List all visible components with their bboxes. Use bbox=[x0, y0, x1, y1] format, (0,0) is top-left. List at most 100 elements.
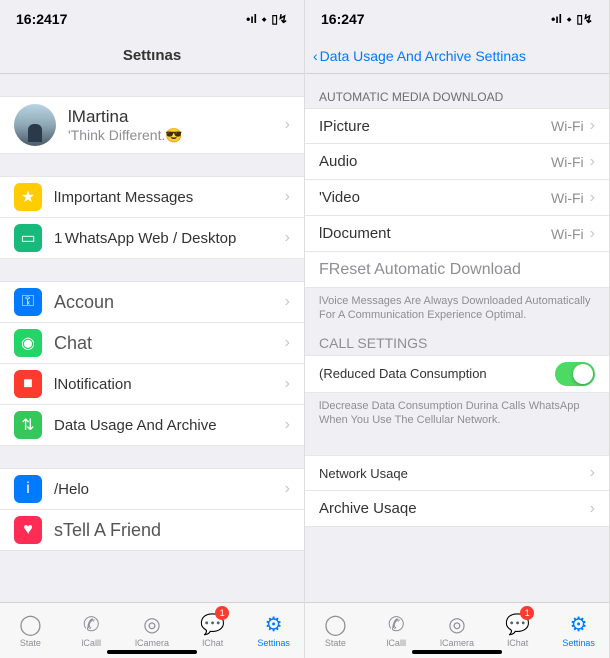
row-label: Archive Usaqe bbox=[319, 500, 590, 517]
camera-icon: ◎ bbox=[143, 614, 160, 636]
info-icon: i bbox=[14, 475, 42, 503]
whatsapp-icon: ◉ bbox=[14, 329, 42, 357]
row-label: Audio bbox=[319, 153, 551, 170]
nav-title: Data Usage And Archive Settinas bbox=[320, 48, 526, 64]
battery-icon: ▯↯ bbox=[576, 12, 593, 26]
account-row[interactable]: ⚿ Accoun › bbox=[0, 281, 304, 323]
data-usage-content[interactable]: AUTOMATIC MEDIA DOWNLOAD IPicture Wi-Fi … bbox=[305, 74, 609, 602]
page-title: Settınas bbox=[123, 47, 181, 64]
chevron-right-icon: › bbox=[285, 334, 290, 352]
phone-icon: ✆ bbox=[83, 614, 100, 636]
profile-info: lMartina 'Think Different.😎 bbox=[68, 107, 285, 144]
important-messages-row[interactable]: ★ lImportant Messages › bbox=[0, 176, 304, 218]
row-label: 'Video bbox=[319, 189, 551, 206]
reset-row[interactable]: FReset Automatic Download bbox=[305, 252, 609, 288]
data-usage-row[interactable]: ⇅ Data Usage And Archive › bbox=[0, 405, 304, 446]
row-label: Data Usage And Archive bbox=[54, 417, 285, 434]
section-header-media: AUTOMATIC MEDIA DOWNLOAD bbox=[305, 84, 609, 108]
row-value: Wi-Fi bbox=[551, 190, 584, 206]
row-label: Accoun bbox=[54, 292, 285, 313]
reduced-data-row[interactable]: (Reduced Data Consumption bbox=[305, 355, 609, 393]
section-header-call: CALL SETTINGS bbox=[305, 329, 609, 355]
chevron-right-icon: › bbox=[285, 188, 290, 206]
row-value: Wi-Fi bbox=[551, 154, 584, 170]
wifi-icon: ⬩ bbox=[567, 12, 571, 27]
signal-icon: •ıl bbox=[246, 12, 257, 26]
chevron-right-icon: › bbox=[285, 293, 290, 311]
nav-bar: Settınas bbox=[0, 38, 304, 74]
badge: 1 bbox=[520, 606, 534, 620]
tab-settings[interactable]: ⚙ Settinas bbox=[548, 603, 609, 658]
wifi-icon: ⬩ bbox=[262, 12, 266, 27]
chevron-left-icon: ‹ bbox=[313, 48, 318, 64]
tab-label: State bbox=[20, 638, 41, 648]
tab-state[interactable]: ◯ State bbox=[305, 603, 366, 658]
avatar bbox=[14, 104, 56, 146]
row-label: Chat bbox=[54, 333, 285, 354]
audio-row[interactable]: Audio Wi-Fi › bbox=[305, 144, 609, 180]
battery-icon: ▯↯ bbox=[271, 12, 288, 26]
home-indicator[interactable] bbox=[412, 650, 502, 654]
profile-row[interactable]: lMartina 'Think Different.😎 › bbox=[0, 96, 304, 154]
signal-icon: •ıl bbox=[551, 12, 562, 26]
video-row[interactable]: 'Video Wi-Fi › bbox=[305, 180, 609, 216]
chevron-right-icon: › bbox=[285, 480, 290, 498]
tell-friend-row[interactable]: ♥ sTell A Friend bbox=[0, 510, 304, 551]
chat-row[interactable]: ◉ Chat › bbox=[0, 323, 304, 364]
camera-icon: ◎ bbox=[448, 614, 465, 636]
bell-icon: ■ bbox=[14, 370, 42, 398]
archive-usage-row[interactable]: Archive Usaqe › bbox=[305, 491, 609, 527]
tab-label: lCamera bbox=[440, 638, 474, 648]
notification-row[interactable]: ■ lNotification › bbox=[0, 364, 304, 405]
badge: 1 bbox=[215, 606, 229, 620]
row-label: IPicture bbox=[319, 118, 551, 135]
section-footer-call: lDecrease Data Consumption Durina Calls … bbox=[305, 393, 609, 434]
desktop-icon: ▭ bbox=[14, 224, 42, 252]
settings-content[interactable]: lMartina 'Think Different.😎 › ★ lImporta… bbox=[0, 74, 304, 602]
status-indicators: •ıl ⬩ ▯↯ bbox=[551, 12, 593, 27]
chevron-right-icon: › bbox=[590, 117, 595, 135]
network-usage-row[interactable]: Network Usaqe › bbox=[305, 455, 609, 491]
picture-row[interactable]: IPicture Wi-Fi › bbox=[305, 108, 609, 144]
chevron-right-icon: › bbox=[590, 189, 595, 207]
status-time: 16:2417 bbox=[16, 11, 67, 27]
reduced-data-toggle[interactable] bbox=[555, 362, 595, 386]
row-label: FReset Automatic Download bbox=[319, 261, 595, 279]
key-icon: ⚿ bbox=[14, 288, 42, 316]
row-label: lImportant Messages bbox=[54, 189, 285, 206]
tab-settings[interactable]: ⚙ Settinas bbox=[243, 603, 304, 658]
web-desktop-row[interactable]: ▭ 1 WhatsApp Web / Desktop › bbox=[0, 218, 304, 259]
status-bar: 16:247 •ıl ⬩ ▯↯ bbox=[305, 0, 609, 38]
tab-state[interactable]: ◯ State bbox=[0, 603, 61, 658]
tab-label: Settinas bbox=[562, 638, 595, 648]
row-label: Network Usaqe bbox=[319, 466, 590, 481]
row-label: lDocument bbox=[319, 225, 551, 242]
home-indicator[interactable] bbox=[107, 650, 197, 654]
tab-label: lChat bbox=[507, 638, 528, 648]
chevron-right-icon: › bbox=[285, 416, 290, 434]
row-label: sTell A Friend bbox=[54, 520, 290, 541]
tab-label: lCalll bbox=[81, 638, 101, 648]
chevron-right-icon: › bbox=[590, 464, 595, 482]
circle-icon: ◯ bbox=[324, 614, 346, 636]
profile-name: lMartina bbox=[68, 107, 285, 127]
row-value: Wi-Fi bbox=[551, 118, 584, 134]
nav-bar: ‹ Data Usage And Archive Settinas bbox=[305, 38, 609, 74]
chevron-right-icon: › bbox=[590, 500, 595, 518]
gear-icon: ⚙ bbox=[265, 614, 283, 636]
circle-icon: ◯ bbox=[19, 614, 41, 636]
star-icon: ★ bbox=[14, 183, 42, 211]
row-label: /Helo bbox=[54, 481, 285, 498]
status-bar: 16:2417 •ıl ⬩ ▯↯ bbox=[0, 0, 304, 38]
tab-label: lCamera bbox=[135, 638, 169, 648]
tab-label: State bbox=[325, 638, 346, 648]
help-row[interactable]: i /Helo › bbox=[0, 468, 304, 510]
chevron-right-icon: › bbox=[285, 229, 290, 247]
data-usage-screen: 16:247 •ıl ⬩ ▯↯ ‹ Data Usage And Archive… bbox=[305, 0, 610, 658]
row-label: (Reduced Data Consumption bbox=[319, 366, 555, 381]
tab-label: Settinas bbox=[257, 638, 290, 648]
document-row[interactable]: lDocument Wi-Fi › bbox=[305, 216, 609, 252]
tab-label: lChat bbox=[202, 638, 223, 648]
arrows-icon: ⇅ bbox=[14, 411, 42, 439]
back-button[interactable]: ‹ Data Usage And Archive Settinas bbox=[313, 48, 526, 64]
